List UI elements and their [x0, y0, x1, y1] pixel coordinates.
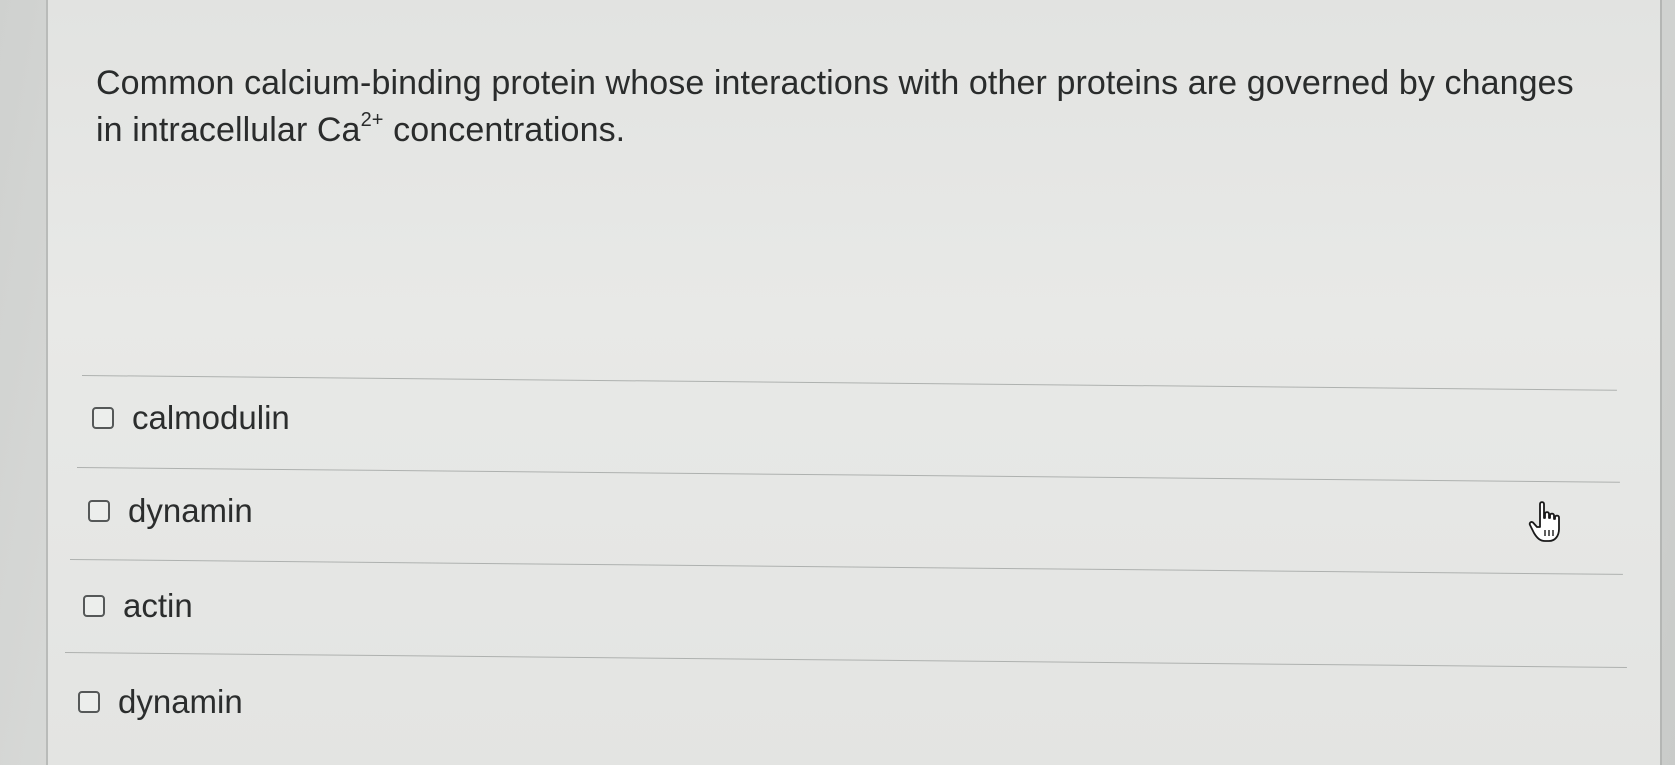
- superscript-charge: 2+: [360, 109, 384, 131]
- checkbox[interactable]: [78, 691, 100, 713]
- option-calmodulin[interactable]: calmodulin: [92, 396, 290, 440]
- option-dynamin-2[interactable]: dynamin: [78, 680, 243, 724]
- option-dynamin[interactable]: dynamin: [88, 489, 253, 533]
- checkbox[interactable]: [92, 407, 114, 429]
- option-label: dynamin: [128, 492, 253, 529]
- option-actin[interactable]: actin: [83, 584, 193, 628]
- hand-pointer-icon: [1528, 501, 1560, 542]
- question-text-end: concentrations.: [383, 111, 626, 149]
- screen: Common calcium-binding protein whose int…: [0, 0, 1675, 765]
- option-label: calmodulin: [132, 399, 290, 436]
- checkbox[interactable]: [88, 500, 110, 522]
- option-label: dynamin: [118, 683, 243, 720]
- question-text-main: Common calcium-binding protein whose int…: [96, 64, 1574, 149]
- checkbox[interactable]: [83, 595, 105, 617]
- question-text: Common calcium-binding protein whose int…: [96, 60, 1596, 154]
- option-label: actin: [123, 587, 193, 624]
